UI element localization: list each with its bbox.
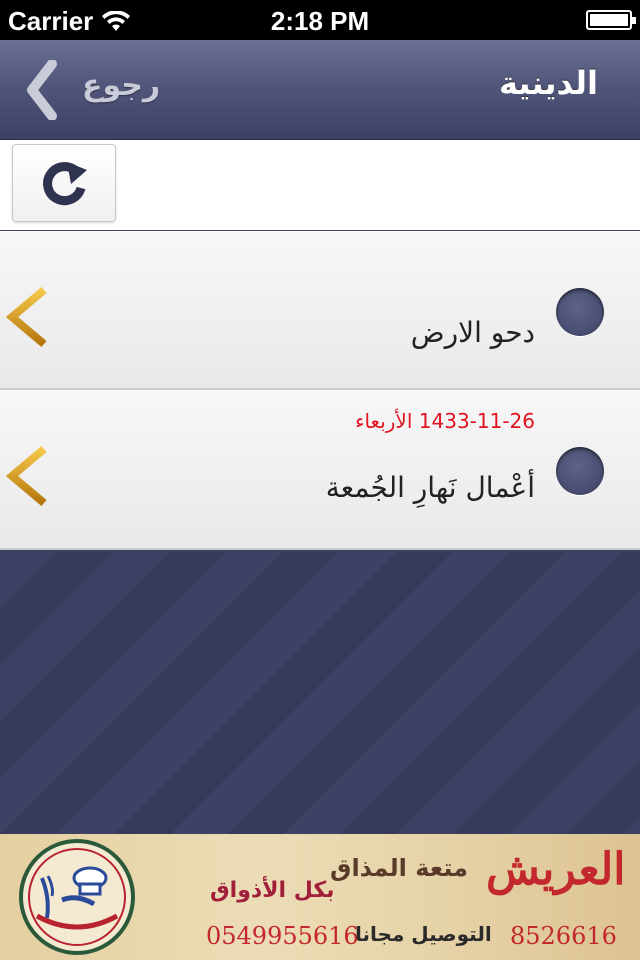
toolbar — [0, 140, 640, 230]
status-bar: Carrier 2:18 PM — [0, 0, 640, 40]
back-label: رجوع — [82, 68, 161, 103]
ad-phone-primary: 0549955616 — [206, 922, 359, 950]
ad-phone-secondary: 8526616 — [510, 922, 617, 950]
ad-brand: العريش — [486, 844, 626, 895]
ad-slogan: متعة المذاق — [330, 854, 468, 882]
list-item-title: دحو الارض — [410, 316, 535, 349]
navigation-bar: رجوع الدينية — [0, 40, 640, 140]
back-button[interactable]: رجوع — [18, 54, 161, 120]
page-title: الدينية — [498, 64, 598, 102]
ad-delivery: التوصيل مجانا — [355, 922, 492, 946]
ad-slogan-secondary: بكل الأذواق — [210, 878, 335, 903]
bullet-icon — [556, 288, 604, 336]
status-time: 2:18 PM — [270, 6, 370, 36]
bullet-icon — [556, 447, 604, 495]
battery-icon — [586, 10, 636, 30]
content-list: دحو الارض 1433-11-26 الأربعاء أعْمال نَه… — [0, 231, 640, 550]
list-item[interactable]: دحو الارض — [0, 231, 640, 390]
list-item-title: أعْمال نَهارِ الجُمعة — [325, 471, 535, 504]
bakery-logo-icon — [19, 839, 135, 955]
chevron-left-icon — [5, 286, 47, 348]
list-item[interactable]: 1433-11-26 الأربعاء أعْمال نَهارِ الجُمع… — [0, 390, 640, 550]
chevron-left-icon — [5, 445, 47, 507]
list-item-date: 1433-11-26 الأربعاء — [355, 409, 535, 433]
refresh-button[interactable] — [12, 144, 116, 222]
refresh-icon — [43, 162, 87, 206]
chevron-left-icon — [27, 60, 57, 120]
empty-area — [0, 552, 640, 834]
ad-banner[interactable]: العريش متعة المذاق بكل الأذواق 054995561… — [0, 834, 640, 960]
